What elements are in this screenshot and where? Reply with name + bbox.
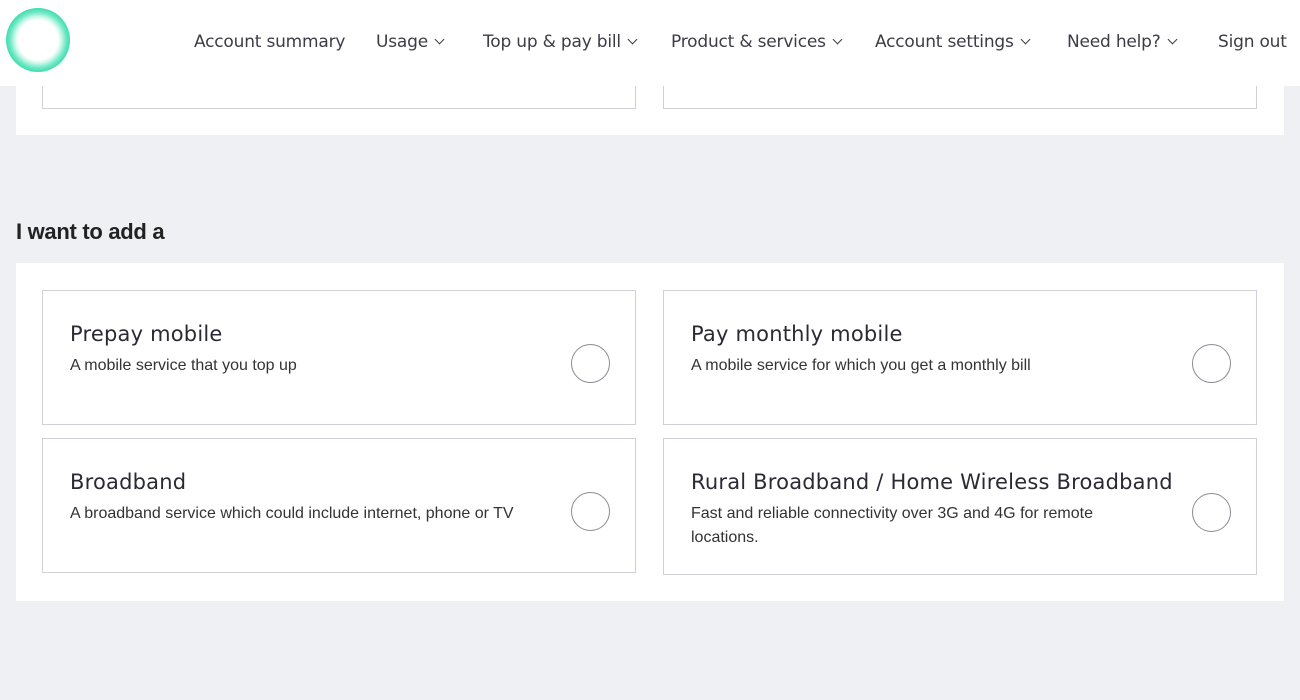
top-header: Account summary Usage Top up & pay bill …	[0, 0, 1300, 86]
option-title: Pay monthly mobile	[691, 322, 903, 346]
nav-label: Need help?	[1067, 32, 1161, 52]
option-radio[interactable]	[571, 492, 610, 531]
chevron-down-icon	[1020, 34, 1031, 45]
nav-account-summary[interactable]: Account summary	[194, 30, 345, 54]
option-card-prepay-mobile[interactable]: Prepay mobile A mobile service that you …	[42, 290, 636, 425]
nav-label: Top up & pay bill	[483, 32, 621, 52]
option-title: Broadband	[70, 470, 187, 494]
nav-sign-out[interactable]: Sign out	[1218, 30, 1287, 54]
add-service-panel: Prepay mobile A mobile service that you …	[16, 263, 1284, 601]
previous-card-right[interactable]	[663, 86, 1257, 109]
option-title: Prepay mobile	[70, 322, 223, 346]
nav-top-up-pay-bill[interactable]: Top up & pay bill	[483, 30, 638, 54]
option-card-broadband[interactable]: Broadband A broadband service which coul…	[42, 438, 636, 573]
chevron-down-icon	[434, 34, 445, 45]
nav-label: Usage	[376, 32, 428, 52]
chevron-down-icon	[1167, 34, 1178, 45]
nav-account-settings[interactable]: Account settings	[875, 30, 1031, 54]
option-description: A broadband service which could include …	[70, 505, 514, 522]
option-radio[interactable]	[1192, 493, 1231, 532]
option-description: Fast and reliable connectivity over 3G a…	[691, 505, 1093, 546]
nav-need-help[interactable]: Need help?	[1067, 30, 1178, 54]
nav-usage[interactable]: Usage	[376, 30, 445, 54]
previous-card-left[interactable]	[42, 86, 636, 109]
nav-label: Account settings	[875, 32, 1014, 52]
option-card-pay-monthly-mobile[interactable]: Pay monthly mobile A mobile service for …	[663, 290, 1257, 425]
option-title: Rural Broadband / Home Wireless Broadban…	[691, 470, 1173, 494]
section-title: I want to add a	[16, 219, 165, 244]
option-description: A mobile service that you top up	[70, 357, 297, 374]
nav-label: Account summary	[194, 32, 346, 52]
main-nav: Account summary Usage Top up & pay bill …	[0, 30, 1300, 54]
option-description: A mobile service for which you get a mon…	[691, 357, 1031, 374]
chevron-down-icon	[627, 34, 638, 45]
option-card-rural-broadband[interactable]: Rural Broadband / Home Wireless Broadban…	[663, 438, 1257, 575]
previous-panel	[16, 86, 1284, 135]
option-radio[interactable]	[1192, 344, 1231, 383]
nav-label: Sign out	[1218, 32, 1287, 52]
nav-label: Product & services	[671, 32, 826, 52]
nav-product-services[interactable]: Product & services	[671, 30, 843, 54]
option-radio[interactable]	[571, 344, 610, 383]
chevron-down-icon	[832, 34, 843, 45]
